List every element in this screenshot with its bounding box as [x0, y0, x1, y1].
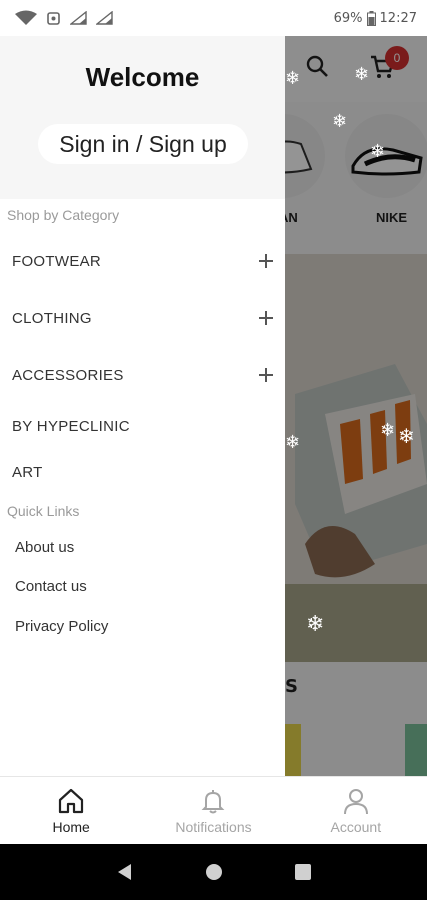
- home-circle-icon: [205, 864, 222, 880]
- recents-square-icon: [294, 864, 311, 880]
- nav-notifications[interactable]: Notifications: [142, 777, 284, 844]
- quick-links-label: Quick Links: [7, 503, 80, 519]
- welcome-title: Welcome: [85, 62, 200, 92]
- category-footwear[interactable]: FOOTWEAR: [0, 243, 285, 279]
- quick-link-about-us[interactable]: About us: [15, 539, 74, 556]
- nav-account[interactable]: Account: [285, 777, 427, 844]
- system-navigation-bar: [0, 844, 427, 900]
- back-triangle-icon: [117, 864, 131, 880]
- system-back-button[interactable]: [110, 857, 140, 887]
- snowflake-decoration: ❄: [354, 64, 370, 85]
- quick-link-contact-us[interactable]: Contact us: [15, 578, 87, 595]
- notification-icon: [47, 12, 60, 25]
- wifi-icon: [15, 10, 37, 25]
- person-icon: [343, 788, 368, 814]
- clock: 12:27: [379, 10, 417, 26]
- bottom-navigation: Home Notifications Account: [0, 776, 427, 844]
- category-art[interactable]: ART: [0, 454, 285, 490]
- signal-icon-2: [96, 11, 113, 25]
- nav-home-label: Home: [52, 818, 90, 835]
- expand-plus-icon[interactable]: [259, 368, 273, 382]
- snowflake-decoration: ❄: [332, 111, 348, 132]
- battery-percent: 69%: [333, 10, 363, 26]
- status-bar: 69% 12:27: [0, 0, 427, 36]
- category-label: ART: [12, 463, 43, 481]
- bell-icon: [202, 789, 225, 813]
- status-icons-right: 69% 12:27: [333, 10, 417, 26]
- drawer-header: Welcome Sign in / Sign up: [0, 36, 285, 199]
- sign-in-button[interactable]: Sign in / Sign up: [38, 124, 248, 164]
- battery-icon: [366, 10, 376, 26]
- snowflake-decoration: ❄: [306, 612, 325, 637]
- snowflake-decoration: ❄: [285, 432, 301, 453]
- nav-notifications-label: Notifications: [175, 818, 252, 835]
- category-accessories[interactable]: ACCESSORIES: [0, 357, 285, 393]
- snowflake-decoration: ❄: [285, 68, 301, 89]
- nav-home[interactable]: Home: [0, 777, 142, 844]
- snowflake-decoration: ❄: [398, 424, 415, 448]
- nav-account-label: Account: [330, 818, 382, 835]
- navigation-drawer: Welcome Sign in / Sign up Shop by Catego…: [0, 36, 285, 776]
- category-clothing[interactable]: CLOTHING: [0, 300, 285, 336]
- quick-link-privacy-policy[interactable]: Privacy Policy: [15, 618, 108, 635]
- home-icon: [59, 788, 84, 813]
- category-label: BY HYPECLINIC: [12, 417, 130, 435]
- category-label: ACCESSORIES: [12, 366, 124, 384]
- snowflake-decoration: ❄: [370, 141, 386, 162]
- snowflake-decoration: ❄: [380, 420, 396, 441]
- status-icons-left: [14, 10, 114, 26]
- drawer-scrim[interactable]: [285, 36, 427, 776]
- system-home-button[interactable]: [199, 857, 229, 887]
- category-label: CLOTHING: [12, 309, 92, 327]
- signal-icon-1: [70, 11, 87, 25]
- category-by-hypeclinic[interactable]: BY HYPECLINIC: [0, 408, 285, 444]
- expand-plus-icon[interactable]: [259, 311, 273, 325]
- system-recents-button[interactable]: [288, 857, 318, 887]
- expand-plus-icon[interactable]: [259, 254, 273, 268]
- shop-by-category-label: Shop by Category: [7, 207, 120, 223]
- category-label: FOOTWEAR: [12, 252, 102, 270]
